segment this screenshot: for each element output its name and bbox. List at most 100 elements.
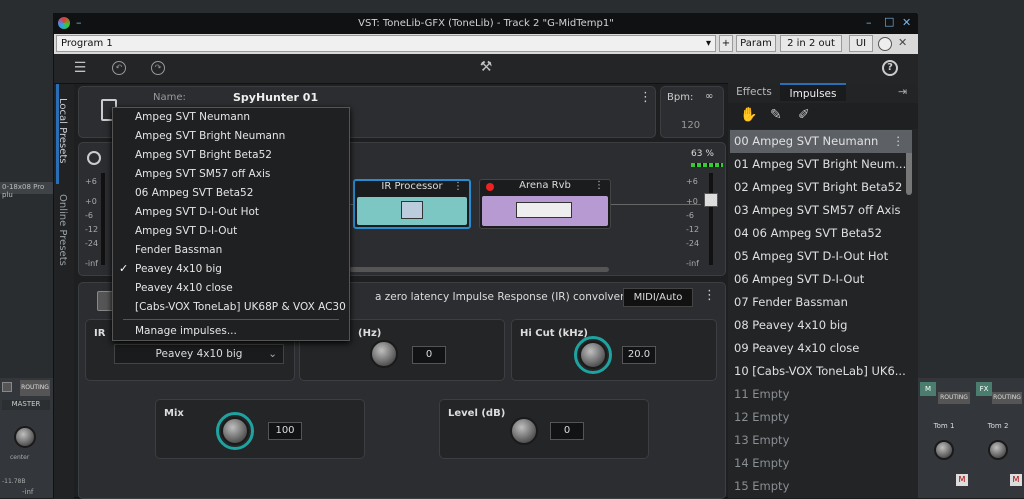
output-fader-handle[interactable] (704, 193, 718, 207)
menu-item[interactable]: [Cabs-VOX ToneLab] UK68P & VOX AC30 (113, 298, 349, 317)
menu-item[interactable]: Ampeg SVT Bright Neumann (113, 127, 349, 146)
edit-icon[interactable]: ✎ (770, 107, 782, 123)
left-plugin-tag: 0-18x08 Pro plu (0, 182, 53, 199)
menu-item[interactable]: Ampeg SVT D-I-Out (113, 222, 349, 241)
impulse-list-item[interactable]: 07 Fender Bassman (730, 291, 912, 314)
bypass-icon[interactable] (878, 37, 892, 51)
mix-value[interactable]: 100 (268, 422, 302, 440)
menu-item[interactable]: Ampeg SVT SM57 off Axis (113, 165, 349, 184)
chevron-down-icon: ▾ (705, 38, 711, 49)
program-plus-button[interactable]: + (719, 35, 733, 52)
tom2-fx-button[interactable]: FX (976, 382, 992, 396)
rvb-block-more-icon[interactable]: ⋮ (594, 180, 604, 191)
clear-icon[interactable]: ✐ (798, 107, 810, 123)
impulse-list-item[interactable]: 08 Peavey 4x10 big (730, 314, 912, 337)
impulse-list-item[interactable]: 03 Ampeg SVT SM57 off Axis (730, 199, 912, 222)
expand-panel-icon[interactable]: ⇥ (898, 85, 907, 98)
impulse-list-item[interactable]: 13 Empty (730, 429, 912, 452)
right-tracks: M ROUTING FX ROUTING Tom 1 Tom 2 M M (918, 378, 1024, 498)
impulse-list-item[interactable]: 15 Empty (730, 475, 912, 498)
lowcut-knob[interactable] (370, 340, 398, 368)
menu-item[interactable]: Ampeg SVT Bright Beta52 (113, 146, 349, 165)
undo-icon[interactable]: ↶ (112, 61, 126, 75)
preset-name[interactable]: SpyHunter 01 (233, 91, 318, 104)
tom1-m-button[interactable]: M (920, 382, 936, 396)
tab-impulses[interactable]: Impulses (780, 83, 846, 101)
output-meter (709, 173, 713, 265)
master-routing-button[interactable]: ROUTING (20, 380, 50, 396)
minimize-icon[interactable]: – (866, 16, 872, 29)
mix-knob[interactable] (221, 417, 249, 445)
impulse-list-item[interactable]: 11 Empty (730, 383, 912, 406)
impulse-list-item[interactable]: 12 Empty (730, 406, 912, 429)
tom2-routing-button[interactable]: ROUTING (992, 392, 1022, 404)
master-m-button[interactable] (2, 382, 12, 392)
impulse-list-item[interactable]: 06 Ampeg SVT D-I-Out (730, 268, 912, 291)
menu-item[interactable]: Ampeg SVT Neumann (113, 108, 349, 127)
master-strip: ROUTING MASTER center -11.78B -inf (0, 378, 53, 498)
tom1-label: Tom 1 (933, 422, 955, 430)
ir-panel-more-icon[interactable]: ⋮ (703, 288, 716, 303)
import-icon[interactable]: ✋ (740, 107, 757, 123)
preset-side-tabs: Local Presets Online Presets (54, 84, 74, 499)
ir-select[interactable]: Peavey 4x10 big ⌄ (114, 344, 284, 364)
chain-scrollbar[interactable] (349, 267, 609, 272)
help-icon[interactable]: ? (882, 60, 898, 76)
level-value[interactable]: 0 (550, 422, 584, 440)
program-select[interactable]: Program 1 ▾ (56, 35, 716, 52)
link-icon[interactable]: ∞ (705, 91, 713, 102)
ir-processor-block[interactable]: IR Processor ⋮ (353, 179, 471, 229)
manage-impulses-item[interactable]: Manage impulses... (113, 322, 349, 341)
input-icon[interactable] (87, 151, 101, 165)
menu-item-checked[interactable]: Peavey 4x10 big (113, 260, 349, 279)
tom2-pan-knob[interactable] (988, 440, 1008, 460)
master-pan-knob[interactable] (14, 426, 36, 448)
hicut-value[interactable]: 20.0 (622, 346, 656, 364)
tom2-mute[interactable]: M (1010, 474, 1022, 486)
title-bar: – VST: ToneLib-GFX (ToneLib) - Track 2 "… (54, 14, 918, 34)
redo-icon[interactable]: ↷ (151, 61, 165, 75)
midi-auto-button[interactable]: MIDI/Auto (623, 288, 693, 307)
impulse-list-item[interactable]: 02 Ampeg SVT Bright Beta52 (730, 176, 912, 199)
param-button[interactable]: Param (736, 35, 776, 52)
tab-online-presets[interactable]: Online Presets (57, 194, 68, 266)
host-toolbar: Program 1 ▾ + Param 2 in 2 out UI ✕ (54, 34, 918, 54)
chevron-down-icon: ⌄ (268, 348, 277, 360)
arena-rvb-block[interactable]: Arena Rvb ⋮ (479, 179, 611, 229)
tab-effects[interactable]: Effects (730, 83, 778, 101)
impulse-list-item[interactable]: 05 Ampeg SVT D-I-Out Hot (730, 245, 912, 268)
menu-item[interactable]: Ampeg SVT D-I-Out Hot (113, 203, 349, 222)
impulse-list-item[interactable]: 01 Ampeg SVT Bright Neum... (730, 153, 912, 176)
menu-item[interactable]: Fender Bassman (113, 241, 349, 260)
ui-button[interactable]: UI (849, 35, 873, 52)
ir-block-more-icon[interactable]: ⋮ (453, 181, 463, 192)
hicut-knob[interactable] (579, 341, 607, 369)
preset-more-icon[interactable]: ⋮ (639, 90, 652, 105)
menu-icon[interactable]: ☰ (70, 60, 90, 76)
impulse-list-item[interactable]: 00 Ampeg SVT Neumann ⋮ (730, 130, 912, 153)
impulse-list-item[interactable]: 14 Empty (730, 452, 912, 475)
impulse-list-item[interactable]: 10 [Cabs-VOX ToneLab] UK6... (730, 360, 912, 383)
tab-local-presets[interactable]: Local Presets (57, 98, 68, 164)
tom1-pan-knob[interactable] (934, 440, 954, 460)
impulse-list-item[interactable]: 04 06 Ampeg SVT Beta52 (730, 222, 912, 245)
ir-cabinet-icon (401, 201, 423, 219)
close-icon[interactable]: ✕ (902, 16, 911, 29)
impulse-list-item[interactable]: 09 Peavey 4x10 close (730, 337, 912, 360)
tom1-routing-button[interactable]: ROUTING (938, 392, 970, 404)
tom1-mute[interactable]: M (956, 474, 968, 486)
toolbar-close-icon[interactable]: ✕ (898, 36, 907, 49)
reverb-unit-icon (516, 202, 572, 218)
menu-item[interactable]: 06 Ampeg SVT Beta52 (113, 184, 349, 203)
level-knob[interactable] (510, 417, 538, 445)
impulse-more-icon[interactable]: ⋮ (893, 130, 905, 152)
io-button[interactable]: 2 in 2 out (780, 35, 842, 52)
lowcut-value[interactable]: 0 (412, 346, 446, 364)
tuner-fork-icon[interactable]: ⚒ (476, 59, 496, 75)
bpm-value[interactable]: 120 (681, 120, 700, 131)
level-panel: Level (dB) 0 (439, 399, 649, 459)
ir-dropdown-menu: Ampeg SVT Neumann Ampeg SVT Bright Neuma… (112, 107, 350, 341)
name-label: Name: (153, 92, 186, 103)
menu-item[interactable]: Peavey 4x10 close (113, 279, 349, 298)
maximize-icon[interactable]: □ (884, 15, 894, 28)
